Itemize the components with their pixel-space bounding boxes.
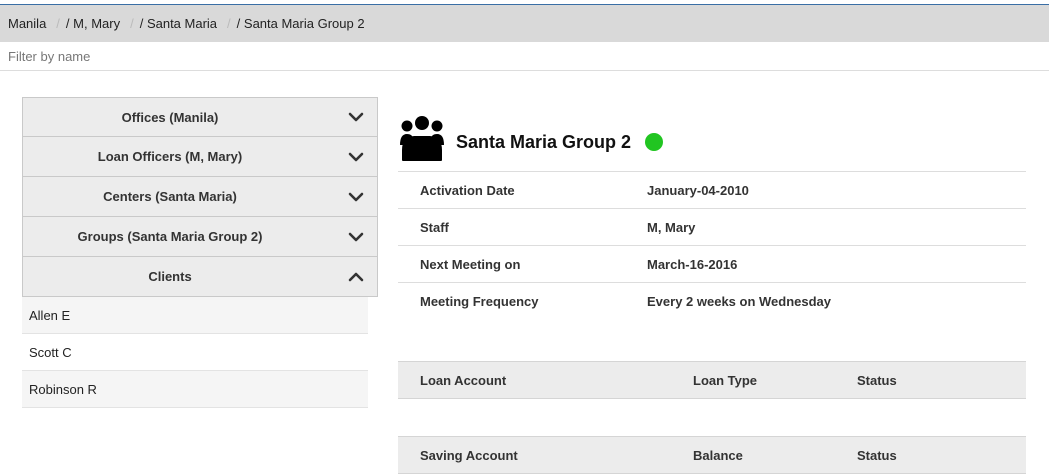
group-title: Santa Maria Group 2 bbox=[456, 131, 632, 152]
breadcrumb-group[interactable]: / Santa Maria Group 2 bbox=[237, 16, 365, 31]
column-header: Loan Type bbox=[693, 372, 758, 388]
accordion-offices-label: Offices (Manila) bbox=[121, 109, 219, 125]
breadcrumb-center[interactable]: / Santa Maria bbox=[140, 16, 217, 31]
detail-label: Meeting Frequency bbox=[420, 294, 539, 309]
detail-value: Every 2 weeks on Wednesday bbox=[647, 294, 832, 309]
chevron-down-icon[interactable] bbox=[347, 188, 365, 206]
detail-label: Next Meeting on bbox=[420, 256, 521, 272]
loan-accounts-table-header: Loan Account Loan Type Status bbox=[398, 361, 1026, 399]
accordion-loan-officers-label: Loan Officers (M, Mary) bbox=[97, 149, 243, 164]
breadcrumb-separator: / bbox=[56, 16, 60, 31]
breadcrumb: Manila / / M, Mary / / Santa Maria / / S… bbox=[0, 4, 1049, 42]
client-list: Allen E Scott C Robinson R bbox=[22, 297, 368, 408]
column-header: Saving Account bbox=[420, 447, 518, 463]
column-header: Balance bbox=[693, 447, 743, 463]
accordion-centers[interactable]: Centers (Santa Maria) bbox=[22, 177, 378, 217]
accordion-clients[interactable]: Clients bbox=[22, 257, 378, 297]
accordion-groups[interactable]: Groups (Santa Maria Group 2) bbox=[22, 217, 378, 257]
breadcrumb-separator: / bbox=[227, 16, 231, 31]
detail-label: Staff bbox=[420, 219, 449, 235]
column-header: Status bbox=[857, 372, 897, 388]
filter-by-name-input[interactable] bbox=[0, 42, 1049, 71]
column-header: Loan Account bbox=[420, 372, 507, 388]
detail-value: March-16-2016 bbox=[647, 256, 738, 272]
accordion-loan-officers[interactable]: Loan Officers (M, Mary) bbox=[22, 137, 378, 177]
hierarchy-accordion: Offices (Manila) Loan Officers (M, Mary)… bbox=[22, 97, 378, 408]
detail-value: January-04-2010 bbox=[647, 182, 749, 198]
chevron-up-icon[interactable] bbox=[347, 268, 365, 286]
column-header: Status bbox=[857, 447, 897, 463]
breadcrumb-separator: / bbox=[130, 16, 134, 31]
status-indicator bbox=[645, 133, 664, 151]
breadcrumb-loan-officer[interactable]: / M, Mary bbox=[66, 16, 120, 31]
client-item[interactable]: Scott C bbox=[22, 334, 368, 371]
detail-row-activation-date: Activation Date January-04-2010 bbox=[398, 172, 1026, 209]
chevron-down-icon[interactable] bbox=[347, 228, 365, 246]
accordion-offices[interactable]: Offices (Manila) bbox=[22, 97, 378, 137]
client-item[interactable]: Robinson R bbox=[22, 371, 368, 408]
chevron-down-icon[interactable] bbox=[347, 108, 365, 126]
group-details: Activation Date January-04-2010 Staff M,… bbox=[398, 171, 1026, 320]
detail-label: Activation Date bbox=[420, 182, 515, 198]
accordion-groups-label: Groups (Santa Maria Group 2) bbox=[77, 229, 263, 244]
detail-row-next-meeting: Next Meeting on March-16-2016 bbox=[398, 246, 1026, 283]
detail-row-meeting-frequency: Meeting Frequency Every 2 weeks on Wedne… bbox=[398, 283, 1026, 320]
group-header: Santa Maria Group 2 bbox=[400, 114, 664, 162]
group-icon bbox=[400, 115, 444, 161]
detail-value: M, Mary bbox=[647, 219, 696, 235]
chevron-down-icon[interactable] bbox=[347, 148, 365, 166]
saving-accounts-table-header: Saving Account Balance Status bbox=[398, 436, 1026, 474]
accordion-centers-label: Centers (Santa Maria) bbox=[103, 189, 237, 204]
detail-row-staff: Staff M, Mary bbox=[398, 209, 1026, 246]
breadcrumb-office[interactable]: Manila bbox=[8, 16, 46, 31]
client-item[interactable]: Allen E bbox=[22, 297, 368, 334]
accordion-clients-label: Clients bbox=[148, 269, 192, 284]
